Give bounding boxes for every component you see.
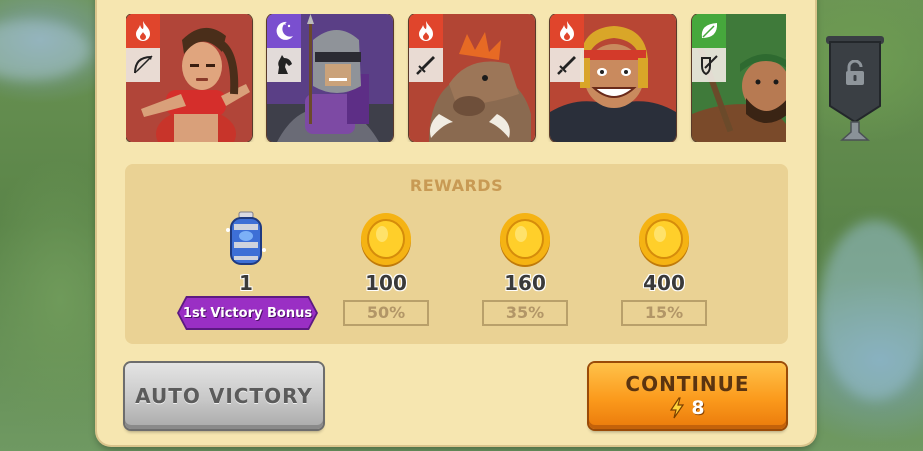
- hero-card[interactable]: [409, 14, 535, 142]
- auto-victory-label: AUTO VICTORY: [135, 384, 313, 408]
- crescent-moon-icon: [267, 14, 301, 48]
- drop-chance: 50%: [343, 300, 429, 326]
- locked-stage-banner[interactable]: [826, 36, 884, 146]
- reward-amount: 1: [239, 271, 253, 295]
- flame-icon: [409, 14, 443, 48]
- reward-amount: 100: [365, 271, 407, 295]
- hero-card[interactable]: [267, 14, 393, 142]
- map-water: [820, 220, 923, 400]
- reward-amount: 400: [643, 271, 685, 295]
- sword-icon: [409, 48, 443, 82]
- hero-badges: [692, 14, 726, 82]
- flame-icon: [126, 14, 160, 48]
- drop-chance: 15%: [621, 300, 707, 326]
- reward-item[interactable]: 1: [201, 208, 291, 294]
- leaf-icon: [692, 14, 726, 48]
- hero-card[interactable]: [550, 14, 676, 142]
- reward-item[interactable]: 160 35%: [480, 208, 570, 326]
- first-victory-bonus-tag: 1st Victory Bonus: [179, 298, 316, 328]
- drop-chance: 35%: [482, 300, 568, 326]
- potion-barrel-icon: [201, 208, 291, 270]
- gold-coin-icon: [480, 208, 570, 270]
- shield-sword-icon: [692, 48, 726, 82]
- horse-icon: [267, 48, 301, 82]
- rewards-title: REWARDS: [409, 176, 504, 195]
- continue-button[interactable]: CONTINUE 8: [589, 363, 786, 429]
- hero-team-row: [126, 14, 786, 142]
- flame-icon: [550, 14, 584, 48]
- hero-badges: [409, 14, 443, 82]
- reward-amount: 160: [504, 271, 546, 295]
- lightning-icon: [670, 397, 685, 419]
- energy-cost-value: 8: [691, 397, 706, 419]
- bow-icon: [126, 48, 160, 82]
- sword-icon: [550, 48, 584, 82]
- padlock-icon: [846, 60, 864, 85]
- auto-victory-button[interactable]: AUTO VICTORY: [125, 363, 323, 429]
- hero-card[interactable]: [126, 14, 252, 142]
- hero-card[interactable]: [692, 14, 786, 142]
- banner-graphic: [826, 36, 884, 141]
- hero-badges: [550, 14, 584, 82]
- continue-label: CONTINUE: [625, 372, 750, 396]
- gold-coin-icon: [619, 208, 709, 270]
- reward-item[interactable]: 100 50%: [341, 208, 431, 326]
- hero-badges: [126, 14, 160, 82]
- reward-item[interactable]: 400 15%: [619, 208, 709, 326]
- hero-badges: [267, 14, 301, 82]
- energy-cost: 8: [669, 397, 705, 419]
- gold-coin-icon: [341, 208, 431, 270]
